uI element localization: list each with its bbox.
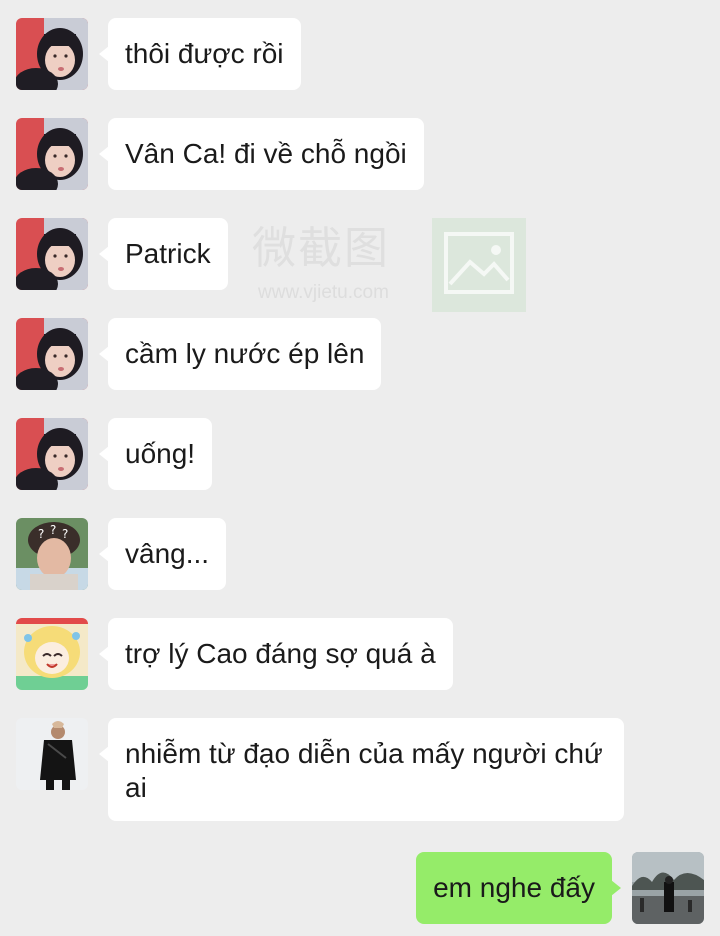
chat-area: 微截图 www.vjietu.com thôi được rồi Vân Ca!… (0, 0, 720, 936)
message-bubble[interactable]: uống! (98, 418, 213, 490)
message-bubble[interactable]: Vân Ca! đi về chỗ ngồi (99, 118, 424, 190)
message-bubble[interactable]: cầm ly nước ép lên (98, 318, 382, 390)
message-bubble[interactable]: nhiễm từ đạo diễn của mấy người chứ ai (99, 718, 624, 821)
street-photo-avatar[interactable] (632, 852, 704, 924)
boy-question-avatar[interactable]: ? ? ? (16, 518, 88, 590)
picture-frame-icon (432, 218, 526, 312)
man-in-black-avatar[interactable] (16, 718, 88, 790)
message-bubble[interactable]: trợ lý Cao đáng sợ quá à (99, 618, 453, 690)
question-mark-icon: ? (38, 527, 44, 541)
anime-girl-avatar[interactable] (16, 618, 88, 690)
girl-avatar[interactable] (16, 218, 88, 290)
question-mark-icon: ? (62, 527, 68, 541)
girl-avatar[interactable] (16, 418, 88, 490)
message-bubble-self[interactable]: em nghe đấy (416, 852, 621, 924)
message-bubble[interactable]: vâng... (98, 518, 227, 590)
watermark: 微截图 www.vjietu.com (252, 218, 526, 312)
message-bubble[interactable]: Patrick (99, 218, 228, 290)
question-mark-icon: ? (50, 523, 56, 537)
girl-avatar[interactable] (16, 318, 88, 390)
watermark-url: www.vjietu.com (258, 282, 389, 303)
girl-avatar[interactable] (16, 18, 88, 90)
watermark-text: 微截图 (252, 224, 390, 273)
message-bubble[interactable]: thôi được rồi (99, 18, 301, 90)
girl-avatar[interactable] (16, 118, 88, 190)
